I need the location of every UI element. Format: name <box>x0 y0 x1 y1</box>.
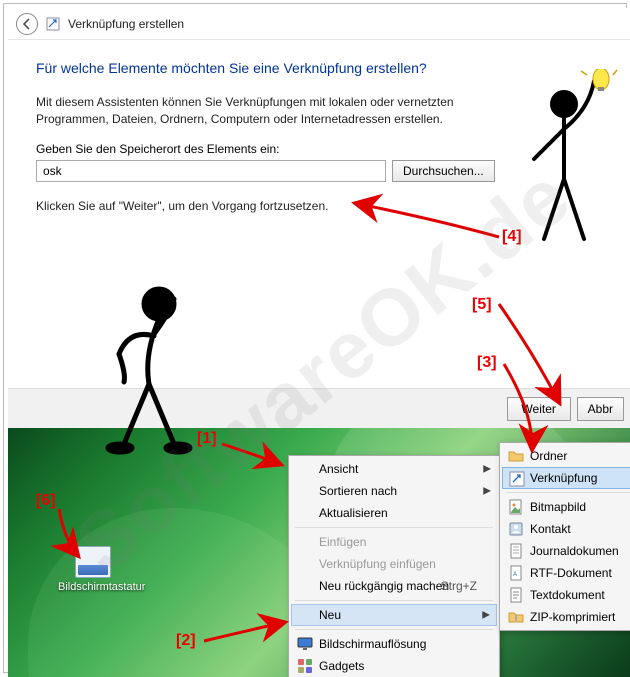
submenu-rtf[interactable]: A RTF-Dokument <box>502 562 630 584</box>
gadgets-icon <box>297 658 313 674</box>
submenu-zip[interactable]: ZIP-komprimiert <box>502 606 630 628</box>
stick-figure-thinking <box>74 274 214 474</box>
contact-icon <box>508 521 524 537</box>
wizard-title: Verknüpfung erstellen <box>68 17 184 31</box>
shortcut-icon <box>509 471 525 487</box>
submenu-shortcut[interactable]: Verknüpfung <box>502 467 630 489</box>
submenu-contact[interactable]: Kontakt <box>502 518 630 540</box>
svg-text:A: A <box>513 572 517 578</box>
shortcut-wizard-icon <box>46 17 60 31</box>
journal-icon <box>508 543 524 559</box>
menu-separator <box>506 492 630 493</box>
annotation-6: [6] <box>36 492 56 510</box>
folder-icon <box>508 448 524 464</box>
next-button[interactable]: Weiter <box>507 397 571 421</box>
onscreen-keyboard-icon <box>75 546 111 578</box>
wizard-header: Verknüpfung erstellen <box>8 8 630 40</box>
menu-screen-resolution[interactable]: Bildschirmauflösung <box>291 633 497 655</box>
stick-figure-idea <box>509 69 619 259</box>
submenu-folder[interactable]: Ordner <box>502 445 630 467</box>
menu-undo-new[interactable]: Neu rückgängig machenStrg+Z <box>291 575 497 597</box>
annotation-1: [1] <box>197 430 217 448</box>
annotation-3: [3] <box>477 354 497 372</box>
annotation-2: [2] <box>176 632 196 650</box>
continue-hint: Klicken Sie auf "Weiter", um den Vorgang… <box>36 198 466 215</box>
menu-sort[interactable]: Sortieren nach▶ <box>291 480 497 502</box>
desktop-shortcut-label: Bildschirmtastatur <box>58 581 145 593</box>
desktop-context-menu: Ansicht▶ Sortieren nach▶ Aktualisieren E… <box>288 455 500 677</box>
menu-gadgets[interactable]: Gadgets <box>291 655 497 677</box>
menu-new[interactable]: Neu▶ <box>291 604 497 626</box>
outer-frame: Verknüpfung erstellen Für welche Element… <box>3 3 627 673</box>
menu-separator <box>295 527 493 528</box>
desktop-shortcut-bildschirmtastatur[interactable]: Bildschirmtastatur <box>58 546 128 593</box>
annotation-5: [5] <box>472 296 492 314</box>
menu-separator <box>295 629 493 630</box>
menu-paste-shortcut: Verknüpfung einfügen <box>291 553 497 575</box>
monitor-icon <box>297 636 313 652</box>
submenu-text[interactable]: Textdokument <box>502 584 630 606</box>
browse-button[interactable]: Durchsuchen... <box>392 160 495 182</box>
bitmap-icon <box>508 499 524 515</box>
back-button[interactable] <box>16 13 38 35</box>
cancel-button[interactable]: Abbr <box>577 397 624 421</box>
submenu-bitmap[interactable]: Bitmapbild <box>502 496 630 518</box>
location-input[interactable] <box>36 160 386 182</box>
text-icon <box>508 587 524 603</box>
zip-icon <box>508 609 524 625</box>
rtf-icon: A <box>508 565 524 581</box>
submenu-journal[interactable]: Journaldokumen <box>502 540 630 562</box>
wizard-intro-text: Mit diesem Assistenten können Sie Verknü… <box>36 94 466 128</box>
menu-view[interactable]: Ansicht▶ <box>291 458 497 480</box>
menu-refresh[interactable]: Aktualisieren <box>291 502 497 524</box>
new-submenu: Ordner Verknüpfung Bitmapbild Kontakt Jo… <box>499 442 630 631</box>
menu-paste: Einfügen <box>291 531 497 553</box>
annotation-4: [4] <box>502 228 522 246</box>
menu-separator <box>295 600 493 601</box>
